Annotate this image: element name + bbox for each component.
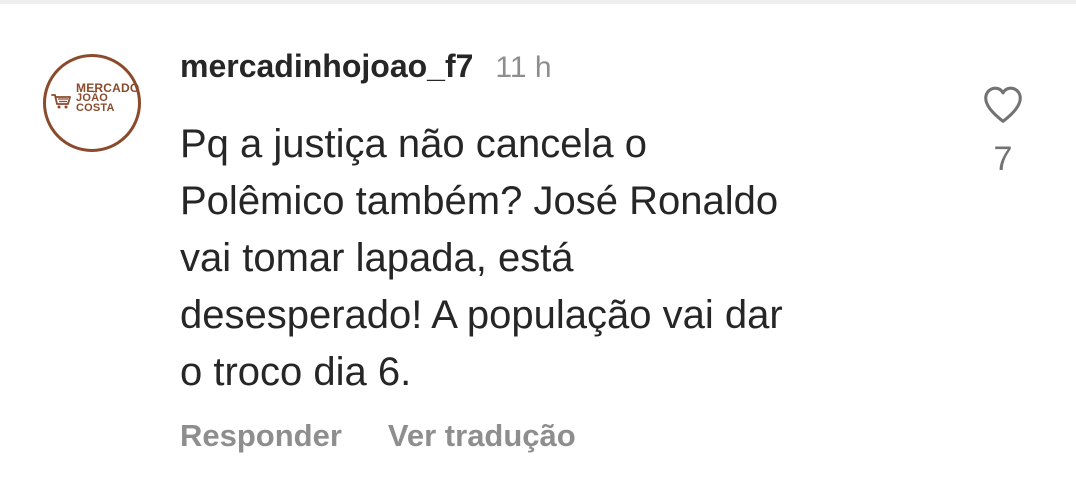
avatar-logo-text: MERCADO JOÃO COSTA bbox=[76, 82, 139, 114]
reply-button[interactable]: Responder bbox=[180, 418, 342, 454]
translate-button[interactable]: Ver tradução bbox=[388, 418, 576, 454]
like-count: 7 bbox=[993, 140, 1013, 178]
avatar[interactable]: MERCADO JOÃO COSTA bbox=[43, 54, 141, 152]
comment-text: Pq a justiça não cancela o Polêmico tamb… bbox=[180, 122, 783, 394]
timestamp: 11 h bbox=[495, 51, 552, 84]
heart-outline-icon bbox=[984, 86, 1022, 123]
like-button[interactable]: 7 bbox=[979, 84, 1027, 192]
shopping-cart-icon bbox=[51, 94, 71, 109]
comment-actions: Responder Ver tradução bbox=[180, 418, 576, 454]
top-divider bbox=[0, 0, 1076, 4]
comment-header: mercadinhojoao_f7 11 h bbox=[180, 48, 552, 92]
avatar-text-line-3: COSTA bbox=[76, 102, 115, 114]
username[interactable]: mercadinhojoao_f7 bbox=[180, 48, 473, 85]
